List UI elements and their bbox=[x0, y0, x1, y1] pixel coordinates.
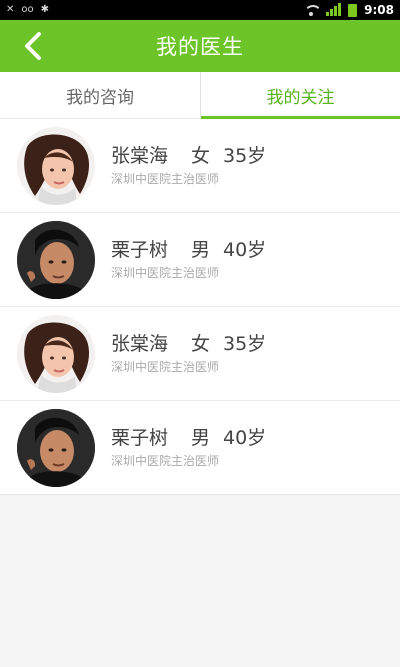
male-doctor-avatar bbox=[17, 408, 95, 487]
status-time: 9:08 bbox=[364, 3, 394, 17]
voicemail-icon: oo bbox=[21, 4, 34, 15]
doctor-gender: 女 bbox=[191, 145, 211, 167]
male-doctor-avatar bbox=[17, 220, 95, 299]
doctor-age: 40岁 bbox=[223, 239, 267, 261]
female-doctor-avatar bbox=[17, 314, 95, 393]
doctor-age: 35岁 bbox=[223, 333, 267, 355]
mute-icon: ✕ bbox=[6, 4, 15, 15]
doctor-main-line: 张棠海 女 35岁 bbox=[111, 332, 266, 356]
status-bar-right: 9:08 bbox=[303, 3, 394, 17]
tab-bar: 我的咨询 我的关注 bbox=[0, 72, 400, 119]
doctor-gender: 女 bbox=[191, 333, 211, 355]
doctor-age: 40岁 bbox=[223, 427, 267, 449]
bluetooth-icon: ✱ bbox=[40, 4, 50, 15]
doctor-list-item[interactable]: 栗子树 男 40岁 深圳中医院主治医师 bbox=[0, 401, 400, 495]
doctor-gender: 男 bbox=[191, 239, 211, 261]
doctor-list: 张棠海 女 35岁 深圳中医院主治医师 栗子树 男 40岁 深圳中医院主治医师 … bbox=[0, 119, 400, 495]
doctor-info: 张棠海 女 35岁 深圳中医院主治医师 bbox=[111, 144, 266, 187]
tab-label: 我的咨询 bbox=[66, 87, 134, 108]
tab-label: 我的关注 bbox=[266, 87, 335, 108]
doctor-title: 深圳中医院主治医师 bbox=[111, 360, 220, 374]
back-button[interactable] bbox=[18, 30, 48, 62]
page-title: 我的医生 bbox=[156, 35, 244, 59]
doctor-name: 张棠海 bbox=[111, 145, 169, 167]
doctor-list-item[interactable]: 张棠海 女 35岁 深圳中医院主治医师 bbox=[0, 307, 400, 401]
status-bar-left: ✕ oo ✱ bbox=[6, 5, 49, 15]
female-doctor-avatar bbox=[17, 126, 95, 205]
signal-icon bbox=[326, 3, 342, 16]
doctor-info: 张棠海 女 35岁 深圳中医院主治医师 bbox=[111, 332, 266, 375]
tab-my-following[interactable]: 我的关注 bbox=[200, 72, 400, 119]
status-bar: ✕ oo ✱ 9:08 bbox=[0, 0, 400, 20]
doctor-title: 深圳中医院主治医师 bbox=[111, 266, 220, 280]
tab-my-consultations[interactable]: 我的咨询 bbox=[0, 72, 200, 118]
doctor-name: 栗子树 bbox=[111, 427, 169, 449]
doctor-title: 深圳中医院主治医师 bbox=[111, 172, 220, 186]
chevron-left-icon bbox=[25, 32, 41, 60]
doctor-main-line: 栗子树 男 40岁 bbox=[111, 238, 266, 262]
doctor-gender: 男 bbox=[191, 427, 211, 449]
app-header: 我的医生 bbox=[0, 20, 400, 72]
doctor-title: 深圳中医院主治医师 bbox=[111, 454, 220, 468]
doctor-main-line: 栗子树 男 40岁 bbox=[111, 426, 266, 450]
doctor-age: 35岁 bbox=[223, 145, 267, 167]
doctor-info: 栗子树 男 40岁 深圳中医院主治医师 bbox=[111, 238, 266, 281]
battery-icon bbox=[348, 3, 358, 17]
doctor-name: 栗子树 bbox=[111, 239, 169, 261]
doctor-list-item[interactable]: 张棠海 女 35岁 深圳中医院主治医师 bbox=[0, 119, 400, 213]
wifi-icon bbox=[303, 4, 320, 16]
doctor-main-line: 张棠海 女 35岁 bbox=[111, 144, 266, 168]
doctor-list-item[interactable]: 栗子树 男 40岁 深圳中医院主治医师 bbox=[0, 213, 400, 307]
doctor-info: 栗子树 男 40岁 深圳中医院主治医师 bbox=[111, 426, 266, 469]
doctor-name: 张棠海 bbox=[111, 333, 169, 355]
